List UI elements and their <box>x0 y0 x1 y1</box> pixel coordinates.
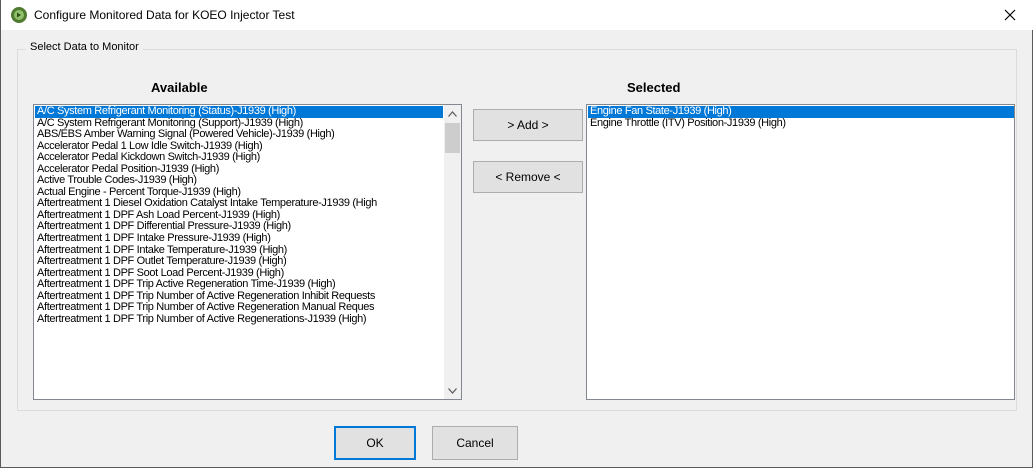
available-item[interactable]: Aftertreatment 1 DPF Trip Number of Acti… <box>35 302 443 314</box>
close-button[interactable] <box>987 0 1033 30</box>
available-item[interactable]: Active Trouble Codes-J1939 (High) <box>35 175 443 187</box>
available-item[interactable]: Accelerator Pedal Kickdown Switch-J1939 … <box>35 152 443 164</box>
available-item[interactable]: Aftertreatment 1 Diesel Oxidation Cataly… <box>35 198 443 210</box>
available-item[interactable]: A/C System Refrigerant Monitoring (Suppo… <box>35 118 443 130</box>
available-item[interactable]: Accelerator Pedal 1 Low Idle Switch-J193… <box>35 141 443 153</box>
scroll-thumb[interactable] <box>445 123 460 153</box>
available-item[interactable]: Aftertreatment 1 DPF Outlet Temperature-… <box>35 256 443 268</box>
cancel-button[interactable]: Cancel <box>432 426 518 460</box>
selected-item[interactable]: Engine Fan State-J1939 (High) <box>588 106 1014 118</box>
available-listbox[interactable]: A/C System Refrigerant Monitoring (Statu… <box>33 104 462 400</box>
available-items: A/C System Refrigerant Monitoring (Statu… <box>35 106 443 325</box>
available-item[interactable]: Aftertreatment 1 DPF Trip Number of Acti… <box>35 291 443 303</box>
available-item[interactable]: Aftertreatment 1 DPF Differential Pressu… <box>35 221 443 233</box>
scroll-up-arrow[interactable] <box>444 105 461 122</box>
available-item[interactable]: Aftertreatment 1 DPF Intake Pressure-J19… <box>35 233 443 245</box>
add-button[interactable]: > Add > <box>473 109 583 141</box>
scroll-down-arrow[interactable] <box>444 382 461 399</box>
ok-button[interactable]: OK <box>334 426 416 460</box>
remove-button[interactable]: < Remove < <box>473 161 583 193</box>
chevron-down-icon <box>448 387 457 394</box>
available-item[interactable]: Aftertreatment 1 DPF Trip Number of Acti… <box>35 314 443 326</box>
title-bar[interactable]: Configure Monitored Data for KOEO Inject… <box>1 0 1033 30</box>
available-item[interactable]: Accelerator Pedal Position-J1939 (High) <box>35 164 443 176</box>
selected-listbox[interactable]: Engine Fan State-J1939 (High) Engine Thr… <box>586 104 1015 400</box>
available-heading: Available <box>151 80 208 95</box>
groupbox-legend: Select Data to Monitor <box>26 41 143 53</box>
chevron-up-icon <box>448 110 457 117</box>
selected-heading: Selected <box>627 80 681 95</box>
available-item[interactable]: Aftertreatment 1 DPF Soot Load Percent-J… <box>35 268 443 280</box>
available-item[interactable]: A/C System Refrigerant Monitoring (Statu… <box>35 106 443 118</box>
window-title: Configure Monitored Data for KOEO Inject… <box>34 8 295 22</box>
available-item[interactable]: Aftertreatment 1 DPF Ash Load Percent-J1… <box>35 210 443 222</box>
dialog-window: Configure Monitored Data for KOEO Inject… <box>0 0 1033 468</box>
app-icon <box>11 7 27 23</box>
close-icon <box>1004 9 1016 21</box>
selected-item[interactable]: Engine Throttle (ITV) Position-J1939 (Hi… <box>588 118 1014 130</box>
available-item[interactable]: ABS/EBS Amber Warning Signal (Powered Ve… <box>35 129 443 141</box>
available-scrollbar[interactable] <box>444 105 461 399</box>
available-item[interactable]: Aftertreatment 1 DPF Trip Active Regener… <box>35 279 443 291</box>
available-item[interactable]: Aftertreatment 1 DPF Intake Temperature-… <box>35 245 443 257</box>
selected-items: Engine Fan State-J1939 (High) Engine Thr… <box>588 106 1014 129</box>
available-item[interactable]: Actual Engine - Percent Torque-J1939 (Hi… <box>35 187 443 199</box>
